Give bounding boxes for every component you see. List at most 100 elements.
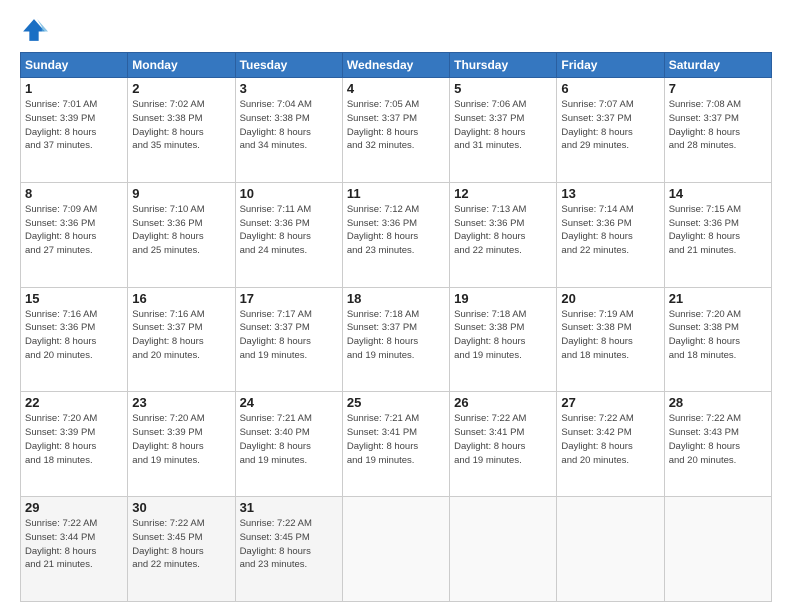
day-info: Sunrise: 7:16 AM Sunset: 3:37 PM Dayligh… <box>132 308 230 363</box>
calendar-cell: 22Sunrise: 7:20 AM Sunset: 3:39 PM Dayli… <box>21 392 128 497</box>
logo <box>20 16 52 44</box>
calendar-cell: 27 Sunrise: 7:22 AM Sunset: 3:42 PM Dayli… <box>557 392 664 497</box>
calendar-cell: 5 Sunrise: 7:06 AM Sunset: 3:37 PM Daylig… <box>450 78 557 183</box>
calendar-cell: 9Sunrise: 7:10 AM Sunset: 3:36 PM Daylig… <box>128 182 235 287</box>
day-number: 17 <box>240 291 338 306</box>
day-number: 10 <box>240 186 338 201</box>
day-info: Sunrise: 7:15 AM Sunset: 3:36 PM Dayligh… <box>669 203 767 258</box>
day-info: Sunrise: 7:20 AM Sunset: 3:38 PM Dayligh… <box>669 308 767 363</box>
weekday-header-monday: Monday <box>128 53 235 78</box>
calendar-cell: 1 Sunrise: 7:01 AM Sunset: 3:39 PM Daylig… <box>21 78 128 183</box>
calendar-cell: 6 Sunrise: 7:07 AM Sunset: 3:37 PM Daylig… <box>557 78 664 183</box>
day-number: 9 <box>132 186 230 201</box>
day-number: 5 <box>454 81 552 96</box>
logo-icon <box>20 16 48 44</box>
calendar-cell: 3Sunrise: 7:04 AM Sunset: 3:38 PM Daylig… <box>235 78 342 183</box>
week-row-3: 15 Sunrise: 7:16 AM Sunset: 3:36 PM Dayli… <box>21 287 772 392</box>
day-number: 21 <box>669 291 767 306</box>
day-info: Sunrise: 7:22 AM Sunset: 3:41 PM Dayligh… <box>454 412 552 467</box>
day-info: Sunrise: 7:12 AM Sunset: 3:36 PM Dayligh… <box>347 203 445 258</box>
day-info: Sunrise: 7:22 AM Sunset: 3:43 PM Dayligh… <box>669 412 767 467</box>
calendar-cell: 26Sunrise: 7:22 AM Sunset: 3:41 PM Dayli… <box>450 392 557 497</box>
calendar-cell: 2 Sunrise: 7:02 AM Sunset: 3:38 PM Daylig… <box>128 78 235 183</box>
calendar-cell: 14 Sunrise: 7:15 AM Sunset: 3:36 PM Dayli… <box>664 182 771 287</box>
day-number: 16 <box>132 291 230 306</box>
day-info: Sunrise: 7:05 AM Sunset: 3:37 PM Dayligh… <box>347 98 445 153</box>
day-number: 30 <box>132 500 230 515</box>
day-number: 11 <box>347 186 445 201</box>
page: SundayMondayTuesdayWednesdayThursdayFrid… <box>0 0 792 612</box>
day-number: 14 <box>669 186 767 201</box>
day-number: 4 <box>347 81 445 96</box>
day-number: 1 <box>25 81 123 96</box>
calendar: SundayMondayTuesdayWednesdayThursdayFrid… <box>20 52 772 602</box>
calendar-cell: 23Sunrise: 7:20 AM Sunset: 3:39 PM Dayli… <box>128 392 235 497</box>
day-number: 18 <box>347 291 445 306</box>
calendar-cell <box>342 497 449 602</box>
calendar-cell <box>664 497 771 602</box>
day-info: Sunrise: 7:07 AM Sunset: 3:37 PM Dayligh… <box>561 98 659 153</box>
calendar-cell: 4 Sunrise: 7:05 AM Sunset: 3:37 PM Daylig… <box>342 78 449 183</box>
calendar-cell: 29 Sunrise: 7:22 AM Sunset: 3:44 PM Dayli… <box>21 497 128 602</box>
calendar-cell: 28 Sunrise: 7:22 AM Sunset: 3:43 PM Dayli… <box>664 392 771 497</box>
day-info: Sunrise: 7:21 AM Sunset: 3:40 PM Dayligh… <box>240 412 338 467</box>
week-row-2: 8Sunrise: 7:09 AM Sunset: 3:36 PM Daylig… <box>21 182 772 287</box>
calendar-cell: 11 Sunrise: 7:12 AM Sunset: 3:36 PM Dayli… <box>342 182 449 287</box>
day-number: 6 <box>561 81 659 96</box>
day-info: Sunrise: 7:13 AM Sunset: 3:36 PM Dayligh… <box>454 203 552 258</box>
day-info: Sunrise: 7:17 AM Sunset: 3:37 PM Dayligh… <box>240 308 338 363</box>
week-row-1: 1 Sunrise: 7:01 AM Sunset: 3:39 PM Daylig… <box>21 78 772 183</box>
day-info: Sunrise: 7:06 AM Sunset: 3:37 PM Dayligh… <box>454 98 552 153</box>
day-number: 28 <box>669 395 767 410</box>
day-number: 2 <box>132 81 230 96</box>
day-number: 15 <box>25 291 123 306</box>
day-number: 13 <box>561 186 659 201</box>
day-number: 12 <box>454 186 552 201</box>
weekday-header-wednesday: Wednesday <box>342 53 449 78</box>
calendar-cell <box>450 497 557 602</box>
week-row-4: 22 Sunrise: 7:20 AM Sunset: 3:39 PM Dayli… <box>21 392 772 497</box>
calendar-cell: 17 Sunrise: 7:17 AM Sunset: 3:37 PM Dayli… <box>235 287 342 392</box>
day-info: Sunrise: 7:18 AM Sunset: 3:38 PM Dayligh… <box>454 308 552 363</box>
day-info: Sunrise: 7:20 AM Sunset: 3:39 PM Dayligh… <box>132 412 230 467</box>
day-info: Sunrise: 7:21 AM Sunset: 3:41 PM Dayligh… <box>347 412 445 467</box>
calendar-cell: 30Sunrise: 7:22 AM Sunset: 3:45 PM Dayli… <box>128 497 235 602</box>
day-number: 27 <box>561 395 659 410</box>
week-row-5: 29 Sunrise: 7:22 AM Sunset: 3:44 PM Dayli… <box>21 497 772 602</box>
day-number: 19 <box>454 291 552 306</box>
weekday-header-sunday: Sunday <box>21 53 128 78</box>
day-info: Sunrise: 7:16 AM Sunset: 3:36 PM Dayligh… <box>25 308 123 363</box>
calendar-cell: 18 Sunrise: 7:18 AM Sunset: 3:37 PM Dayli… <box>342 287 449 392</box>
calendar-cell: 12 Sunrise: 7:13 AM Sunset: 3:36 PM Dayli… <box>450 182 557 287</box>
day-info: Sunrise: 7:18 AM Sunset: 3:37 PM Dayligh… <box>347 308 445 363</box>
calendar-cell: 13 Sunrise: 7:14 AM Sunset: 3:36 PM Dayli… <box>557 182 664 287</box>
day-number: 29 <box>25 500 123 515</box>
calendar-cell: 24 Sunrise: 7:21 AM Sunset: 3:40 PM Dayli… <box>235 392 342 497</box>
calendar-cell: 21 Sunrise: 7:20 AM Sunset: 3:38 PM Dayli… <box>664 287 771 392</box>
weekday-header-saturday: Saturday <box>664 53 771 78</box>
day-info: Sunrise: 7:19 AM Sunset: 3:38 PM Dayligh… <box>561 308 659 363</box>
day-number: 24 <box>240 395 338 410</box>
day-number: 8 <box>25 186 123 201</box>
weekday-header-thursday: Thursday <box>450 53 557 78</box>
day-number: 25 <box>347 395 445 410</box>
day-number: 22 <box>25 395 123 410</box>
day-info: Sunrise: 7:22 AM Sunset: 3:45 PM Dayligh… <box>240 517 338 572</box>
calendar-cell: 20 Sunrise: 7:19 AM Sunset: 3:38 PM Dayli… <box>557 287 664 392</box>
day-info: Sunrise: 7:11 AM Sunset: 3:36 PM Dayligh… <box>240 203 338 258</box>
day-info: Sunrise: 7:04 AM Sunset: 3:38 PM Dayligh… <box>240 98 338 153</box>
day-info: Sunrise: 7:22 AM Sunset: 3:44 PM Dayligh… <box>25 517 123 572</box>
calendar-cell: 25 Sunrise: 7:21 AM Sunset: 3:41 PM Dayli… <box>342 392 449 497</box>
header <box>20 16 772 44</box>
day-number: 31 <box>240 500 338 515</box>
day-info: Sunrise: 7:01 AM Sunset: 3:39 PM Dayligh… <box>25 98 123 153</box>
day-number: 7 <box>669 81 767 96</box>
calendar-cell: 8Sunrise: 7:09 AM Sunset: 3:36 PM Daylig… <box>21 182 128 287</box>
day-info: Sunrise: 7:22 AM Sunset: 3:42 PM Dayligh… <box>561 412 659 467</box>
day-number: 20 <box>561 291 659 306</box>
calendar-cell: 10 Sunrise: 7:11 AM Sunset: 3:36 PM Dayli… <box>235 182 342 287</box>
day-info: Sunrise: 7:14 AM Sunset: 3:36 PM Dayligh… <box>561 203 659 258</box>
day-info: Sunrise: 7:02 AM Sunset: 3:38 PM Dayligh… <box>132 98 230 153</box>
day-info: Sunrise: 7:08 AM Sunset: 3:37 PM Dayligh… <box>669 98 767 153</box>
calendar-cell: 16 Sunrise: 7:16 AM Sunset: 3:37 PM Dayli… <box>128 287 235 392</box>
